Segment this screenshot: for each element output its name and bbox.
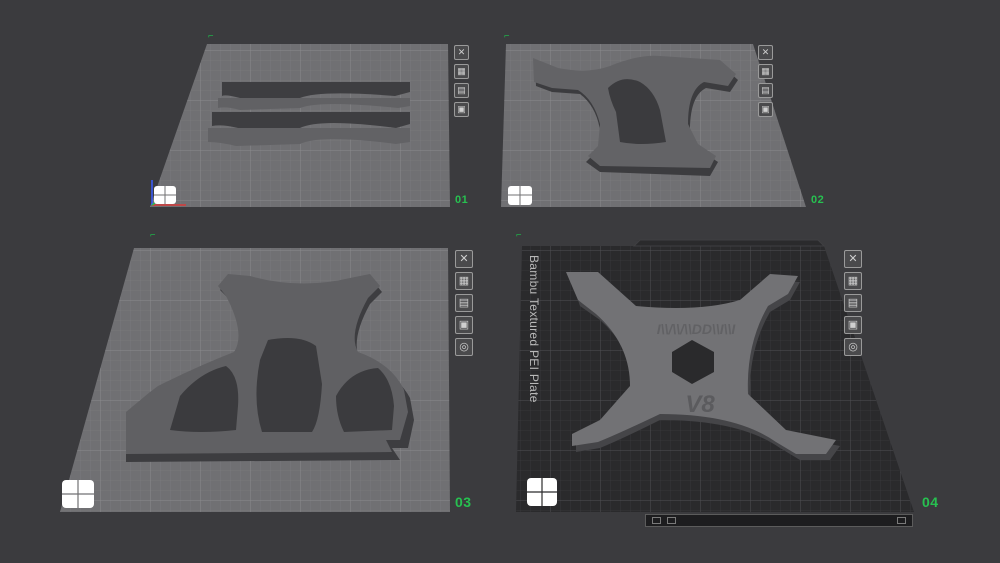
close-icon[interactable]: ✕ (758, 45, 773, 60)
settings-icon[interactable]: ◎ (844, 338, 862, 356)
arrange-icon[interactable]: ▦ (844, 272, 862, 290)
auto-orient-icon[interactable]: ▤ (455, 294, 473, 312)
plate-2-logo-tile (508, 186, 532, 205)
auto-orient-icon[interactable]: ▤ (454, 83, 469, 98)
plate-1-logo-tile (154, 186, 176, 204)
plate-2-number: 02 (811, 194, 825, 206)
build-plate-1[interactable] (150, 44, 450, 207)
plate-1-toolbar: ✕ ▦ ▤ ▣ (454, 45, 469, 117)
plate-4-logo-tile (527, 478, 557, 506)
toggle-icon[interactable] (897, 517, 906, 524)
arrange-icon[interactable]: ▦ (454, 64, 469, 79)
close-icon[interactable]: ✕ (844, 250, 862, 268)
plate-3-toolbar: ✕ ▦ ▤ ▣ ◎ (455, 250, 473, 356)
plate-4-toolbar: ✕ ▦ ▤ ▣ ◎ (844, 250, 862, 356)
model-text-v8: V8 (685, 391, 715, 418)
arrange-icon[interactable]: ▦ (758, 64, 773, 79)
settings-icon[interactable]: ◎ (455, 338, 473, 356)
svg-text:I\\/\\/\\DD\\I\\I: I\\/\\/\\DD\\I\\I (657, 321, 737, 337)
plate-4-number: 04 (922, 494, 939, 510)
plate-2-tag: ⌐ (504, 32, 510, 42)
lock-icon[interactable]: ▣ (455, 316, 473, 334)
close-icon[interactable]: ✕ (455, 250, 473, 268)
auto-orient-icon[interactable]: ▤ (844, 294, 862, 312)
lock-icon[interactable]: ▣ (844, 316, 862, 334)
plate-4-info-tray (645, 514, 913, 527)
view-icon (667, 517, 676, 524)
lock-icon[interactable]: ▣ (758, 102, 773, 117)
auto-orient-icon[interactable]: ▤ (758, 83, 773, 98)
bed-type-label: Bambu Textured PEI Plate (527, 255, 541, 403)
plate-1-number: 01 (455, 194, 469, 206)
close-icon[interactable]: ✕ (454, 45, 469, 60)
info-icon (652, 517, 661, 524)
plate-1-tag: ⌐ (208, 32, 214, 42)
model-rails[interactable] (208, 82, 410, 146)
plate-3-number: 03 (455, 494, 472, 510)
lock-icon[interactable]: ▣ (454, 102, 469, 117)
build-plate-3[interactable] (60, 248, 450, 512)
plate-2-toolbar: ✕ ▦ ▤ ▣ (758, 45, 773, 117)
arrange-icon[interactable]: ▦ (455, 272, 473, 290)
plate-4-tag: ⌐ (516, 231, 522, 241)
plate-3-tag: ⌐ (150, 231, 156, 241)
plate-3-logo-tile (62, 480, 94, 508)
